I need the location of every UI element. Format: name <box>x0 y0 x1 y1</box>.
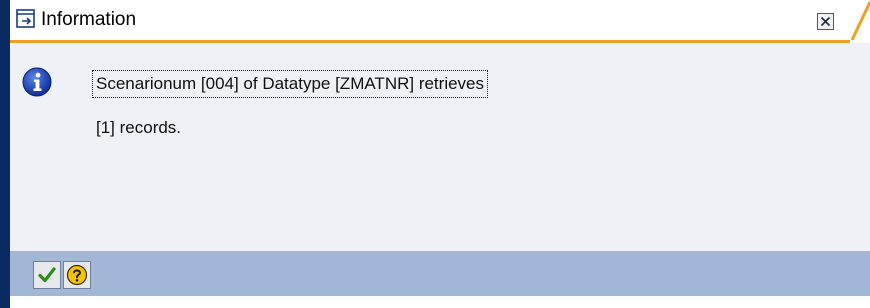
close-icon <box>820 16 831 27</box>
dialog-window-icon <box>16 9 35 28</box>
info-icon <box>22 67 52 97</box>
close-button[interactable] <box>817 13 834 30</box>
information-dialog: Information Scenarionum [004] of Datatyp… <box>0 0 870 308</box>
help-icon <box>66 264 88 286</box>
message-line-1: Scenarionum [004] of Datatype [ZMATNR] r… <box>91 70 489 98</box>
message-area: Scenarionum [004] of Datatype [ZMATNR] r… <box>10 43 870 251</box>
message-line-2: [1] records. <box>96 118 182 137</box>
dialog-title: Information <box>41 9 137 30</box>
button-bar <box>10 251 870 296</box>
title-bar-background <box>10 0 870 40</box>
dialog-bottom-edge <box>10 296 870 308</box>
help-button[interactable] <box>63 261 91 289</box>
ok-button[interactable] <box>33 261 61 289</box>
checkmark-icon <box>38 267 56 283</box>
dialog-left-border <box>0 0 10 308</box>
title-bar[interactable]: Information <box>10 0 870 40</box>
